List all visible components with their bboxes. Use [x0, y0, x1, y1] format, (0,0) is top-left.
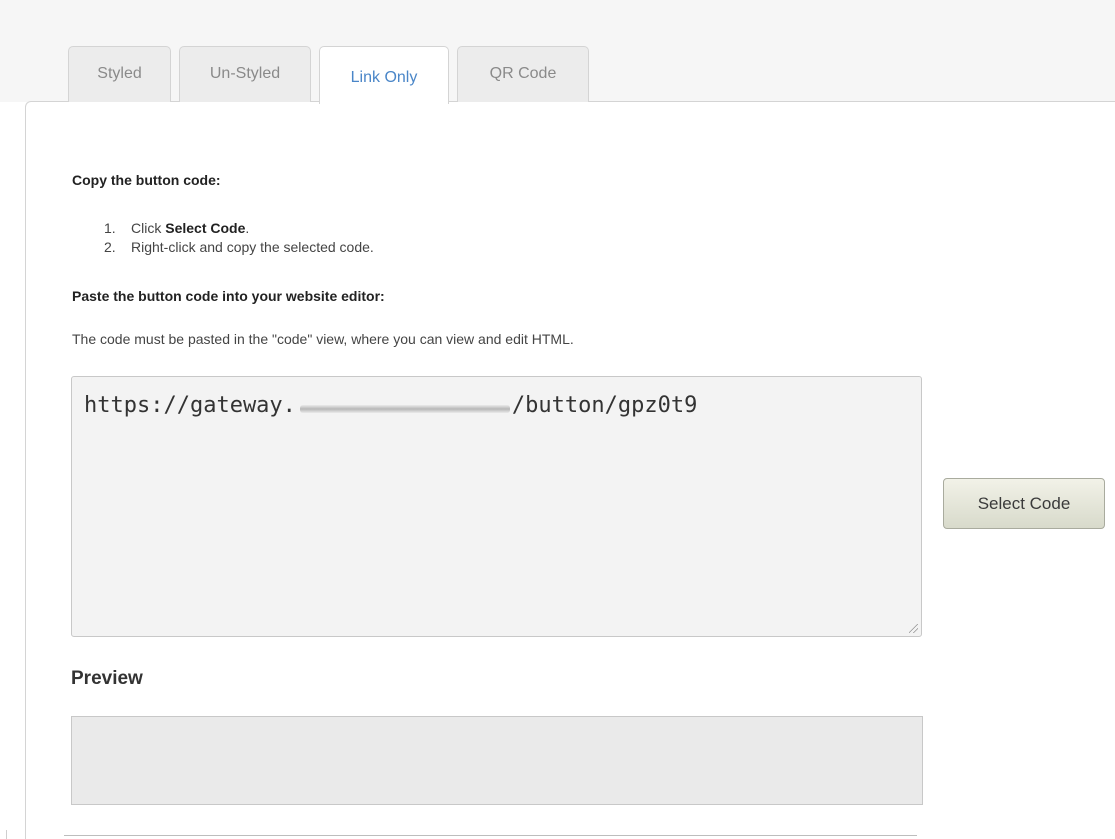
paste-heading: Paste the button code into your website …: [72, 288, 385, 304]
tab-label: Link Only: [350, 68, 418, 86]
page: Styled Un-Styled Link Only QR Code Copy …: [0, 0, 1115, 839]
step-number: 2.: [104, 239, 116, 255]
tab-styled[interactable]: Styled: [68, 46, 171, 102]
step-number: 1.: [104, 220, 116, 236]
redaction-blur: [299, 405, 510, 413]
tab-bar: Styled Un-Styled Link Only QR Code: [68, 46, 589, 104]
code-textarea[interactable]: https://gateway. /button/gpz0t9: [71, 376, 922, 637]
tab-label: Styled: [97, 64, 142, 82]
step-text: Right-click and copy the selected code.: [131, 239, 374, 255]
code-suffix: /button/gpz0t9: [511, 393, 698, 418]
code-view-note: The code must be pasted in the "code" vi…: [72, 331, 574, 347]
select-code-button[interactable]: Select Code: [943, 478, 1105, 529]
step-text-suffix: .: [245, 220, 250, 236]
list-item: 2. Right-click and copy the selected code…: [104, 238, 374, 257]
list-item: 1. Click Select Code.: [104, 219, 374, 238]
step-text-bold: Select Code: [165, 220, 246, 236]
step-text-prefix: Click: [131, 220, 166, 236]
select-code-label: Select Code: [977, 493, 1071, 513]
tab-link-only[interactable]: Link Only: [319, 46, 449, 104]
preview-box: [71, 716, 923, 805]
preview-title: Preview: [71, 668, 143, 689]
tab-label: Un-Styled: [209, 64, 281, 82]
code-prefix: https://gateway.: [84, 393, 296, 418]
resize-grip-icon[interactable]: [909, 624, 918, 633]
copy-heading: Copy the button code:: [72, 172, 221, 188]
tab-qr-code[interactable]: QR Code: [457, 46, 589, 102]
divider: [64, 835, 917, 836]
tab-un-styled[interactable]: Un-Styled: [179, 46, 311, 102]
tab-label: QR Code: [489, 64, 557, 82]
steps-list: 1. Click Select Code. 2. Right-click and c…: [104, 219, 374, 257]
divider: [6, 830, 7, 839]
